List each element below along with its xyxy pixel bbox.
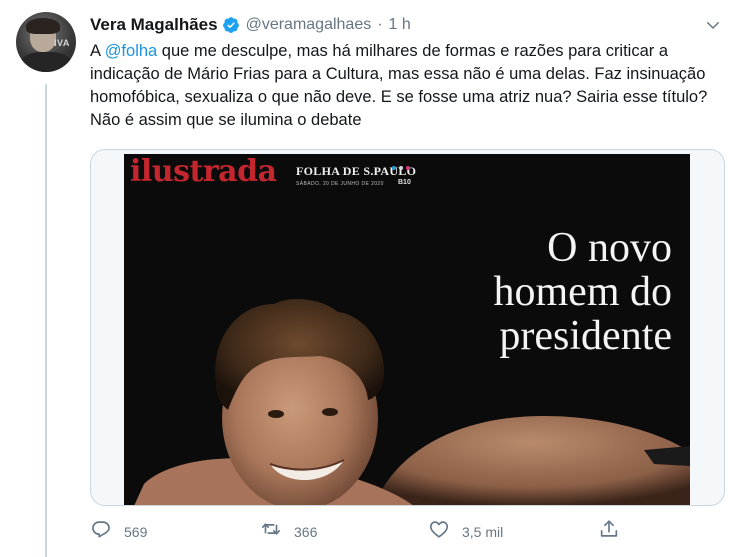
thread-line [45, 84, 47, 557]
cover-headline: O novo homem do presidente [494, 226, 672, 358]
mention-link[interactable]: @folha [105, 42, 158, 60]
author-name[interactable]: Vera Magalhães [90, 15, 218, 35]
tweet-actions: 569 366 3,5 mil [90, 518, 650, 544]
headline-line: O novo [547, 225, 672, 271]
reply-icon [90, 518, 112, 545]
headline-line: homem do [493, 269, 672, 315]
separator-dot: · [377, 16, 383, 33]
like-button[interactable]: 3,5 mil [428, 518, 503, 545]
verified-badge-icon [222, 16, 240, 34]
cover-brand: ilustrada [130, 154, 277, 189]
tweet-text-prefix: A [90, 42, 105, 60]
avatar[interactable]: IVA [16, 12, 76, 72]
timestamp[interactable]: 1 h [389, 16, 411, 34]
tweet-header: Vera Magalhães @veramagalhaes · 1 h [90, 14, 726, 36]
tweet-image[interactable]: ilustrada FOLHA DE S.PAULO SÁBADO, 20 DE… [90, 149, 725, 506]
share-icon [598, 518, 620, 545]
cover-dots [392, 166, 410, 170]
chevron-down-icon[interactable] [704, 16, 722, 34]
retweet-button[interactable]: 366 [260, 518, 317, 545]
headline-line: presidente [499, 313, 672, 359]
like-count: 3,5 mil [462, 523, 504, 540]
share-button[interactable] [598, 518, 620, 545]
tweet-text: A @folha que me desculpe, mas há milhare… [90, 40, 730, 132]
retweet-count: 366 [294, 523, 318, 540]
retweet-icon [260, 518, 282, 545]
tweet-text-body: que me desculpe, mas há milhares de form… [90, 42, 708, 129]
newspaper-cover: ilustrada FOLHA DE S.PAULO SÁBADO, 20 DE… [124, 154, 690, 505]
reply-button[interactable]: 569 [90, 518, 147, 545]
cover-date: SÁBADO, 20 DE JUNHO DE 2020 [296, 181, 384, 187]
author-handle[interactable]: @veramagalhaes [246, 16, 372, 34]
heart-icon [428, 518, 450, 545]
avatar-text: IVA [54, 38, 70, 48]
cover-code: B10 [398, 179, 411, 186]
reply-count: 569 [124, 523, 148, 540]
